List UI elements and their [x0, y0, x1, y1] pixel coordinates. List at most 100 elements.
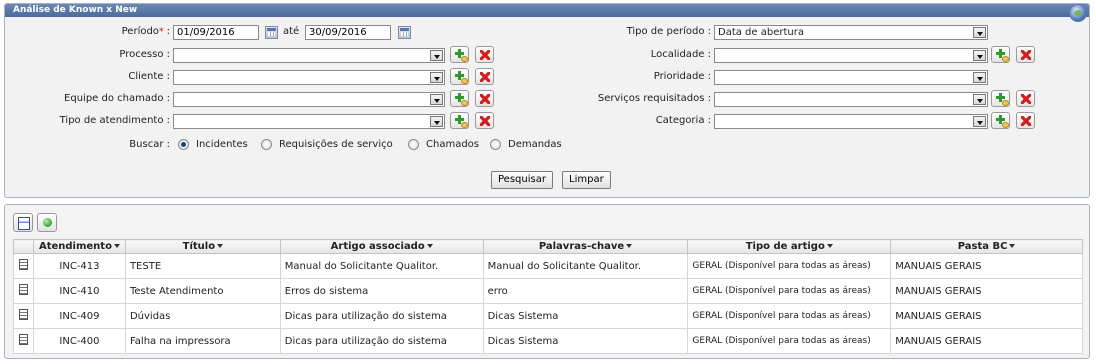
cell-titulo: Teste Atendimento	[124, 278, 281, 304]
document-icon[interactable]	[18, 334, 28, 345]
periodo-label-text: Período	[121, 26, 159, 37]
table-row[interactable]: INC-400 Falha na impressora Dicas para u…	[13, 328, 1083, 354]
prioridade-label: Prioridade :	[653, 71, 711, 82]
equipe-select[interactable]	[173, 92, 445, 107]
column-header-label: Palavras-chave	[538, 241, 625, 252]
cliente-label: Cliente :	[128, 71, 170, 82]
pesquisar-button[interactable]: Pesquisar	[491, 171, 553, 189]
column-header-atendimento[interactable]: Atendimento	[32, 239, 126, 254]
radio-chamados[interactable]	[408, 139, 419, 150]
servicos-select[interactable]	[714, 92, 988, 107]
processo-select[interactable]	[173, 48, 445, 63]
cell-palavras: Manual do Solicitante Qualitor.	[482, 253, 689, 279]
clear-tipo-atendimento-button[interactable]	[475, 112, 494, 129]
add-servicos-button[interactable]	[991, 90, 1010, 107]
cell-pasta: MANUAIS GERAIS	[890, 253, 1083, 279]
column-header-tipo[interactable]: Tipo de artigo	[687, 239, 892, 254]
filter-panel: Análise de Known x New Período* : até Ti…	[4, 3, 1090, 198]
table-header-row: Atendimento Título Artigo associado Pala…	[13, 239, 1083, 254]
add-localidade-button[interactable]	[991, 46, 1010, 63]
column-header-palavras[interactable]: Palavras-chave	[482, 239, 689, 254]
cell-atendimento: INC-409	[32, 303, 126, 329]
row-icon-cell[interactable]	[13, 303, 34, 329]
sort-icon	[426, 244, 433, 248]
column-header-label: Atendimento	[38, 241, 112, 252]
column-header-icon	[13, 239, 34, 254]
document-icon[interactable]	[18, 259, 28, 270]
radio-label-demandas: Demandas	[508, 139, 562, 150]
clear-cliente-button[interactable]	[475, 68, 494, 85]
servicos-label: Serviços requisitados :	[597, 93, 711, 104]
column-header-label: Título	[182, 241, 216, 252]
chevron-down-icon	[973, 27, 986, 38]
cliente-select[interactable]	[173, 70, 445, 85]
calendar-icon-from[interactable]	[265, 26, 278, 39]
radio-incidentes[interactable]	[178, 139, 189, 150]
row-icon-cell[interactable]	[13, 253, 34, 279]
limpar-button[interactable]: Limpar	[562, 171, 611, 189]
tipo-atendimento-select[interactable]	[173, 114, 445, 129]
export-icon[interactable]	[13, 213, 33, 232]
column-header-pasta[interactable]: Pasta BC	[890, 239, 1083, 254]
equipe-label: Equipe do chamado :	[64, 93, 170, 104]
cell-artigo: Dicas para utilização do sistema	[279, 303, 484, 329]
categoria-select[interactable]	[714, 114, 988, 129]
ate-label: até	[283, 26, 300, 37]
chevron-down-icon	[973, 94, 986, 105]
table-row[interactable]: INC-409 Dúvidas Dicas para utilização do…	[13, 303, 1083, 329]
column-header-label: Artigo associado	[330, 241, 425, 252]
chevron-down-icon	[430, 94, 443, 105]
calendar-icon-to[interactable]	[398, 26, 411, 39]
cell-artigo: Manual do Solicitante Qualitor.	[279, 253, 484, 279]
radio-requisicoes[interactable]	[261, 139, 272, 150]
add-processo-button[interactable]	[450, 46, 469, 63]
cell-titulo: Dúvidas	[124, 303, 281, 329]
cell-pasta: MANUAIS GERAIS	[890, 303, 1083, 329]
column-header-artigo[interactable]: Artigo associado	[279, 239, 484, 254]
column-header-titulo[interactable]: Título	[124, 239, 281, 254]
radio-demandas[interactable]	[490, 139, 501, 150]
row-icon-cell[interactable]	[13, 328, 34, 354]
chevron-down-icon	[973, 116, 986, 127]
sort-icon	[626, 244, 633, 248]
cell-tipo: GERAL (Disponível para todas as áreas)	[687, 253, 892, 279]
categoria-label: Categoria :	[655, 115, 711, 126]
column-header-label: Pasta BC	[957, 241, 1008, 252]
sort-icon	[826, 244, 833, 248]
tipo-atendimento-label: Tipo de atendimento :	[59, 115, 170, 126]
cell-titulo: Falha na impressora	[124, 328, 281, 354]
prioridade-select[interactable]	[714, 70, 988, 85]
clear-localidade-button[interactable]	[1016, 46, 1035, 63]
cell-atendimento: INC-413	[32, 253, 126, 279]
table-row[interactable]: INC-410 Teste Atendimento Erros do siste…	[13, 278, 1083, 304]
help-icon[interactable]	[1069, 4, 1087, 22]
cell-palavras: Dicas Sistema	[482, 303, 689, 329]
chevron-down-icon	[973, 50, 986, 61]
sort-icon	[1009, 244, 1016, 248]
date-to-input[interactable]	[305, 25, 391, 40]
document-icon[interactable]	[18, 309, 28, 320]
clear-servicos-button[interactable]	[1016, 90, 1035, 107]
add-tipo-atendimento-button[interactable]	[450, 112, 469, 129]
cell-titulo: TESTE	[124, 253, 281, 279]
table-row[interactable]: INC-413 TESTE Manual do Solicitante Qual…	[13, 253, 1083, 279]
localidade-select[interactable]	[714, 48, 988, 63]
clear-categoria-button[interactable]	[1016, 112, 1035, 129]
clear-equipe-button[interactable]	[475, 90, 494, 107]
clear-processo-button[interactable]	[475, 46, 494, 63]
cell-atendimento: INC-400	[32, 328, 126, 354]
tipo-periodo-select[interactable]: Data de abertura	[714, 25, 988, 40]
date-from-input[interactable]	[173, 25, 259, 40]
buscar-label: Buscar :	[129, 139, 170, 150]
chevron-down-icon	[430, 116, 443, 127]
document-icon[interactable]	[18, 284, 28, 295]
add-cliente-button[interactable]	[450, 68, 469, 85]
row-icon-cell[interactable]	[13, 278, 34, 304]
cell-pasta: MANUAIS GERAIS	[890, 278, 1083, 304]
cell-tipo: GERAL (Disponível para todas as áreas)	[687, 278, 892, 304]
cell-pasta: MANUAIS GERAIS	[890, 328, 1083, 354]
cell-tipo: GERAL (Disponível para todas as áreas)	[687, 303, 892, 329]
refresh-icon[interactable]	[37, 213, 57, 232]
add-equipe-button[interactable]	[450, 90, 469, 107]
add-categoria-button[interactable]	[991, 112, 1010, 129]
